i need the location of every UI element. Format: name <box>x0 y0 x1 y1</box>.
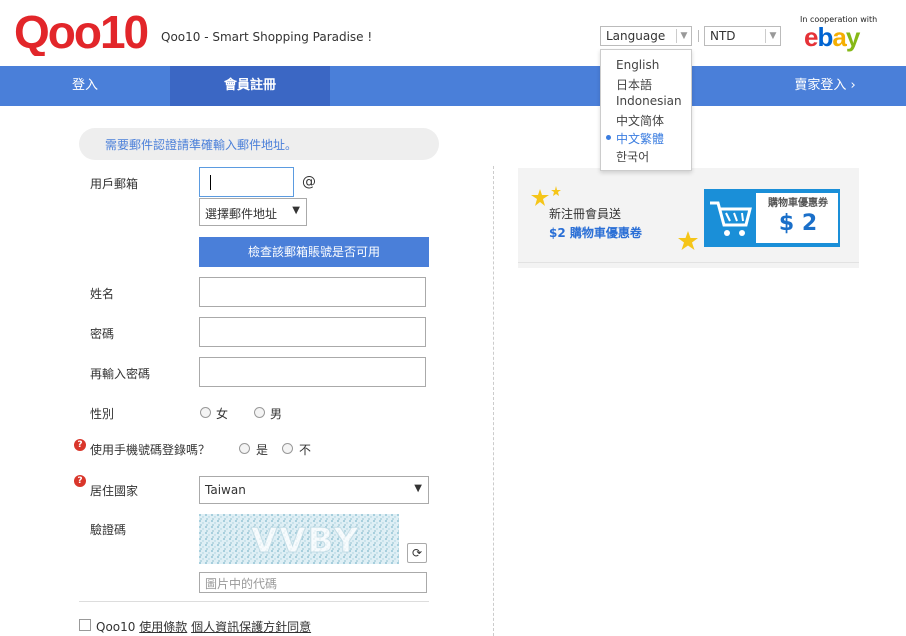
gender-label: 性別 <box>90 407 115 421</box>
nav-seller-login[interactable]: 賣家登入 › <box>770 66 880 106</box>
language-option-korean[interactable]: 한국어 <box>616 148 649 165</box>
help-icon[interactable]: ? <box>74 439 86 451</box>
email-domain-select-label: 選擇郵件地址 <box>205 207 278 221</box>
language-option-traditional-chinese[interactable]: 中文繁體 <box>616 130 664 147</box>
logo-text: Qoo10 <box>14 6 148 56</box>
site-tagline: Qoo10 - Smart Shopping Paradise ! <box>161 30 373 44</box>
email-input[interactable] <box>199 167 294 197</box>
email-label: 用戶郵箱 <box>90 177 139 191</box>
password-label: 密碼 <box>90 327 115 341</box>
language-option-indonesian[interactable]: Indonesian <box>616 94 682 108</box>
coupon-amount: $ 2 <box>778 211 818 236</box>
mobile-yes-label: 是 <box>256 443 269 457</box>
promo-banner[interactable]: 新注冊會員送 $2 購物車優惠卷 購物車優惠券 $ 2 <box>518 168 859 268</box>
language-select[interactable]: Language ▼ <box>600 26 692 46</box>
language-option-japanese[interactable]: 日本語 <box>616 76 652 93</box>
email-notice-text: 需要郵件認證請準確輸入郵件地址。 <box>105 138 298 152</box>
language-option-english[interactable]: English <box>616 58 659 72</box>
gender-female-label: 女 <box>216 407 229 421</box>
qoo10-logo[interactable]: Qoo10 <box>14 6 150 56</box>
main-nav: 登入 會員註冊 賣家登入 › <box>0 66 906 106</box>
email-domain-select[interactable]: 選擇郵件地址 ▼ <box>199 198 307 226</box>
privacy-link[interactable]: 個人資訊保護方針同意 <box>191 620 311 634</box>
mobile-no-label: 不 <box>299 443 312 457</box>
promo-line1: 新注冊會員送 <box>549 207 622 221</box>
help-icon[interactable]: ? <box>74 475 86 487</box>
language-dropdown: English 日本語 Indonesian 中文简体 中文繁體 한국어 <box>600 49 692 171</box>
mobile-yes-radio[interactable] <box>239 443 250 454</box>
dropdown-arrow-icon: ▼ <box>414 483 422 494</box>
password-input[interactable] <box>199 317 426 347</box>
coupon-card: 購物車優惠券 $ 2 <box>704 189 840 247</box>
at-sign: @ <box>302 174 316 190</box>
promo-line2: $2 購物車優惠卷 <box>549 226 642 240</box>
country-select[interactable]: Taiwan ▼ <box>199 476 429 504</box>
promo-divider <box>518 262 859 263</box>
chevron-down-icon: ▼ <box>765 29 780 43</box>
check-email-button[interactable]: 檢查該郵箱賬號是否可用 <box>199 237 429 267</box>
currency-select[interactable]: NTD ▼ <box>704 26 781 46</box>
form-divider <box>79 601 429 602</box>
gender-male-radio[interactable] <box>254 407 265 418</box>
captcha-input[interactable]: 圖片中的代碼 <box>199 572 427 593</box>
password-confirm-input[interactable] <box>199 357 426 387</box>
mobile-no-radio[interactable] <box>282 443 293 454</box>
star-icon <box>678 231 698 250</box>
coupon-title: 購物車優惠券 <box>768 198 828 209</box>
name-input[interactable] <box>199 277 426 307</box>
chevron-down-icon: ▼ <box>676 29 691 43</box>
column-divider <box>493 166 494 636</box>
gender-male-label: 男 <box>270 407 283 421</box>
currency-select-label: NTD <box>710 29 736 43</box>
refresh-captcha-icon[interactable]: ⟳ <box>407 543 427 563</box>
name-label: 姓名 <box>90 287 115 301</box>
agree-text: Qoo10 使用條款 個人資訊保護方針同意 <box>96 618 311 635</box>
language-option-simplified-chinese[interactable]: 中文简体 <box>616 112 664 129</box>
nav-login[interactable]: 登入 <box>0 66 170 106</box>
agree-checkbox[interactable] <box>79 619 91 631</box>
selected-dot-icon <box>606 135 611 140</box>
dropdown-arrow-icon: ▼ <box>292 205 300 216</box>
password-confirm-label: 再輸入密碼 <box>90 367 151 381</box>
shopping-cart-icon <box>710 201 752 236</box>
captcha-image: VVBY <box>199 514 399 564</box>
captcha-label: 驗證碼 <box>90 523 127 537</box>
country-select-value: Taiwan <box>205 483 246 497</box>
country-label: 居住國家 <box>90 484 139 498</box>
mobile-question: 使用手機號碼登錄嗎？ <box>90 443 211 457</box>
language-select-label: Language <box>606 29 666 43</box>
email-notice: 需要郵件認證請準確輸入郵件地址。 <box>79 128 439 160</box>
ebay-logo[interactable]: ebay <box>804 22 860 53</box>
terms-link[interactable]: 使用條款 <box>139 620 187 634</box>
text-cursor <box>210 175 211 190</box>
nav-register[interactable]: 會員註冊 <box>170 66 330 106</box>
agree-prefix: Qoo10 <box>96 620 136 634</box>
captcha-text: VVBY <box>251 521 360 561</box>
gender-female-radio[interactable] <box>200 407 211 418</box>
header-divider <box>698 30 699 42</box>
